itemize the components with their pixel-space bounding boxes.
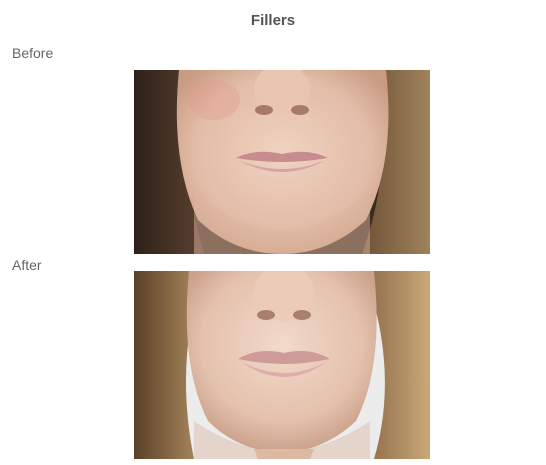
before-label: Before (12, 45, 54, 61)
after-face-illustration (134, 271, 430, 459)
after-label: After (12, 257, 42, 273)
before-face-illustration (134, 70, 430, 254)
after-photo (134, 271, 430, 459)
page-title: Fillers (250, 12, 296, 29)
before-photo (134, 70, 430, 254)
